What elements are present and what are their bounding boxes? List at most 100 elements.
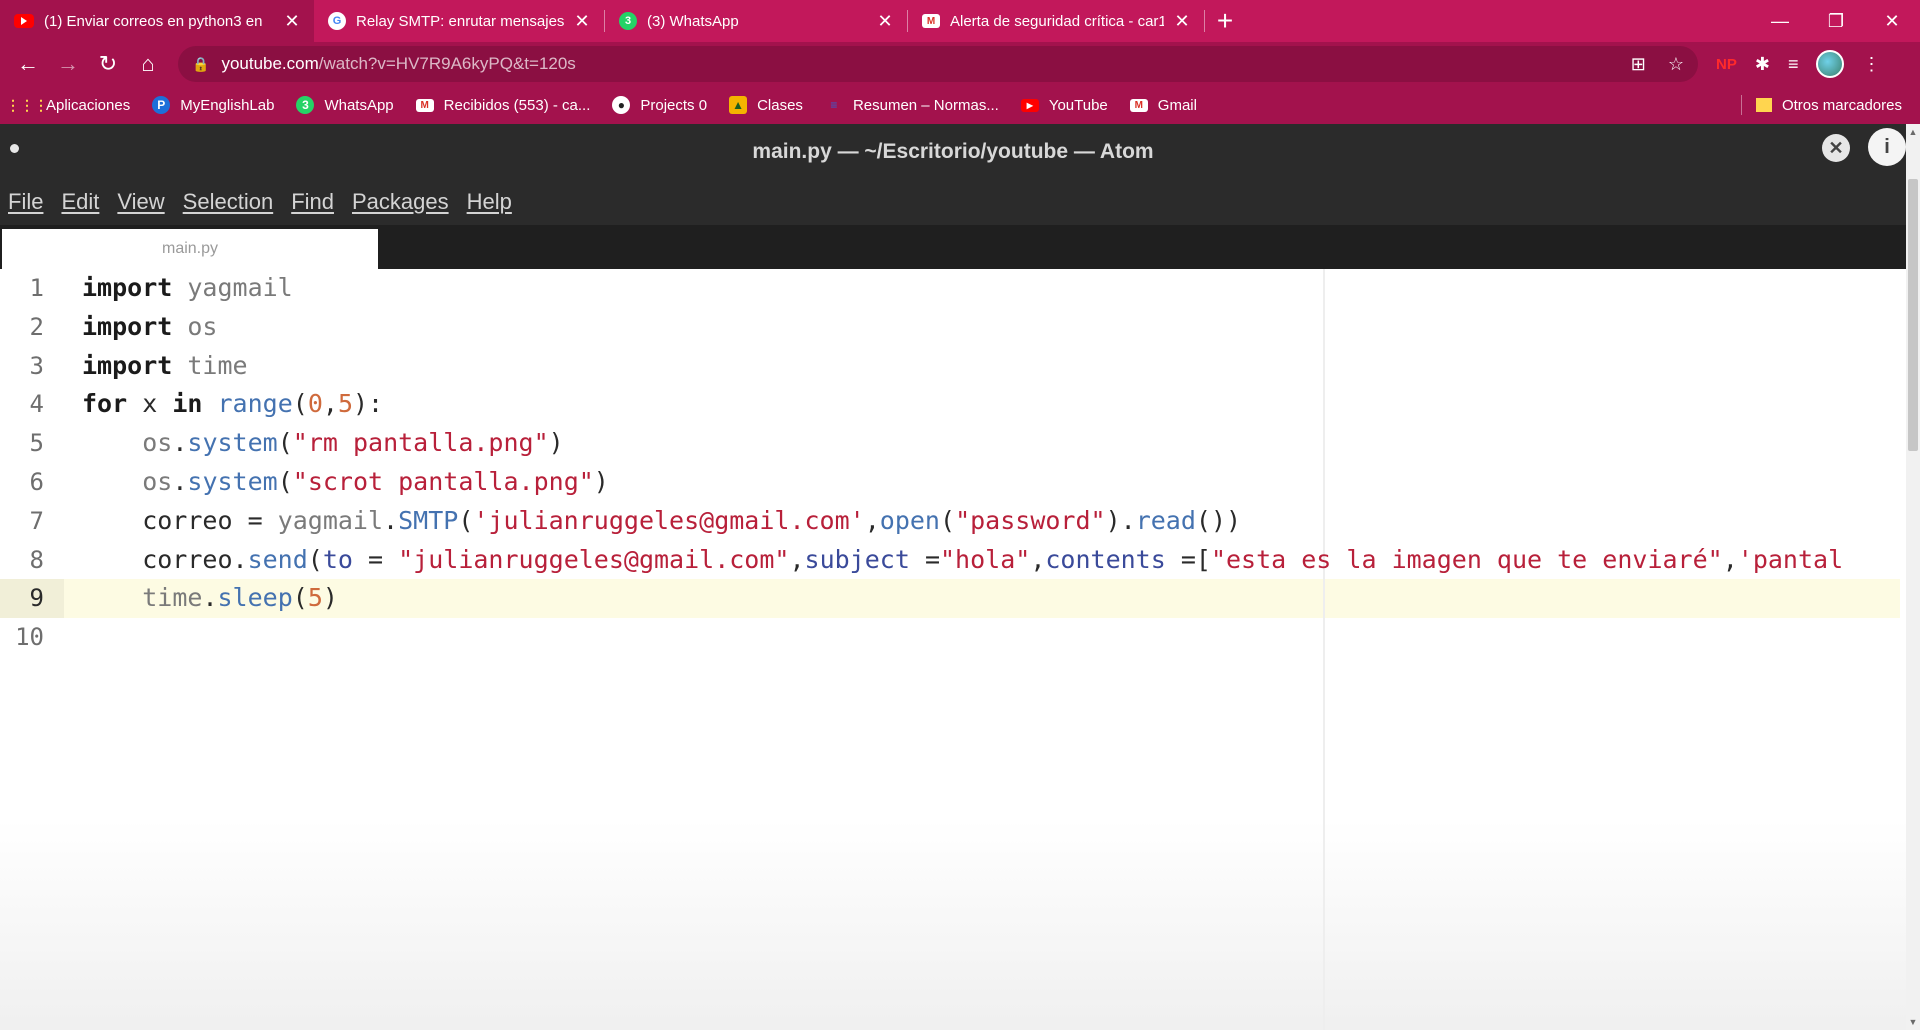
menu-help[interactable]: Help xyxy=(467,189,512,215)
bookmark-label: Aplicaciones xyxy=(46,96,131,114)
code-line: for x in range(0,5): xyxy=(82,389,384,419)
gmail-icon: M xyxy=(922,14,940,28)
lock-icon[interactable]: 🔒 xyxy=(192,56,209,73)
restore-icon[interactable]: ❐ xyxy=(1808,0,1864,42)
reload-icon[interactable]: ↻ xyxy=(88,44,128,84)
bookmark-gmail[interactable]: M Gmail xyxy=(1129,97,1197,114)
line-number: 8 xyxy=(29,545,44,574)
bookmark-projects[interactable]: ● Projects 0 xyxy=(612,96,707,114)
code-line: import time xyxy=(82,350,248,380)
browser-tab-whatsapp[interactable]: 3 (3) WhatsApp ✕ xyxy=(605,0,907,42)
home-icon[interactable]: ⌂ xyxy=(128,44,168,84)
bookmark-recibidos[interactable]: M Recibidos (553) - ca... xyxy=(415,96,591,114)
bookmark-resumen[interactable]: ≡ Resumen – Normas... xyxy=(825,96,999,114)
browser-tab-youtube[interactable]: (1) Enviar correos en python3 en ✕ xyxy=(0,0,314,42)
doc-icon: ≡ xyxy=(830,98,838,112)
tab-title: (1) Enviar correos en python3 en xyxy=(44,12,263,30)
scrollbar-thumb[interactable] xyxy=(1908,179,1918,451)
minimize-icon[interactable]: — xyxy=(1752,0,1808,42)
back-arrow-icon[interactable]: ← xyxy=(8,44,48,84)
forward-arrow-icon[interactable]: → xyxy=(48,44,88,84)
youtube-icon: ▶ xyxy=(1020,98,1039,112)
youtube-icon xyxy=(14,14,34,28)
editor-tab-main-py[interactable]: main.py xyxy=(2,229,378,269)
other-bookmarks[interactable]: Otros marcadores xyxy=(1755,86,1902,124)
code-line: os.system("rm pantalla.png") xyxy=(142,428,564,458)
window-controls: — ❐ ✕ xyxy=(1752,0,1920,42)
menu-view[interactable]: View xyxy=(117,189,164,215)
bookmark-whatsapp[interactable]: 3 WhatsApp xyxy=(296,96,394,114)
profile-avatar[interactable] xyxy=(1816,50,1845,78)
address-bar[interactable]: 🔒 youtube.com/watch?v=HV7R9A6kyPQ&t=120s… xyxy=(178,46,1698,82)
github-icon: ● xyxy=(612,96,631,114)
whatsapp-icon: 3 xyxy=(296,96,315,114)
browser-tab-relay-smtp[interactable]: G Relay SMTP: enrutar mensajes sa ✕ xyxy=(314,0,604,42)
code-line: correo.send(to = "julianruggeles@gmail.c… xyxy=(82,544,1844,574)
menu-kebab-icon[interactable]: ⋮ xyxy=(1862,54,1880,75)
tab-title: (3) WhatsApp xyxy=(647,12,739,30)
info-icon[interactable]: i xyxy=(1868,128,1906,166)
code-editor[interactable]: 1 2 3 4 5 6 7 8 9 10 import yagmail impor… xyxy=(0,269,1900,1030)
tab-title: Alerta de seguridad crítica - car1 xyxy=(950,12,1164,30)
code-lines: import yagmail import os import time for x … xyxy=(82,269,1900,657)
code-line: import yagmail xyxy=(82,273,293,302)
menu-selection[interactable]: Selection xyxy=(183,189,274,215)
bookmark-myenglishlab[interactable]: P MyEnglishLab xyxy=(152,96,274,114)
bookmark-label: Resumen – Normas... xyxy=(852,96,999,114)
menu-edit[interactable]: Edit xyxy=(61,189,99,215)
tab-close-icon[interactable]: ✕ xyxy=(1172,11,1192,31)
line-number: 7 xyxy=(29,506,44,535)
menu-find[interactable]: Find xyxy=(291,189,334,215)
tab-close-icon[interactable]: ✕ xyxy=(572,11,592,31)
scroll-down-icon[interactable]: ▼ xyxy=(1906,1014,1920,1030)
scrollbar[interactable]: ▲ ▼ xyxy=(1906,124,1920,1030)
scroll-up-icon[interactable]: ▲ xyxy=(1906,124,1920,140)
bookmark-label: Clases xyxy=(757,96,803,114)
close-window-icon[interactable]: ✕ xyxy=(1864,0,1920,42)
line-number: 4 xyxy=(29,390,44,419)
apps-grid-icon: ⋮⋮⋮ xyxy=(6,96,48,113)
atom-menu-bar: File Edit View Selection Find Packages H… xyxy=(0,179,1906,225)
tab-close-icon[interactable]: ✕ xyxy=(875,11,895,31)
bookmarks-divider xyxy=(1741,95,1742,115)
bookmark-label: Recibidos (553) - ca... xyxy=(443,96,591,114)
folder-icon xyxy=(1755,98,1772,112)
url-path: /watch?v=HV7R9A6kyPQ&t=120s xyxy=(318,54,576,73)
url-host: youtube.com xyxy=(221,54,319,73)
gmail-icon: M xyxy=(1129,98,1148,112)
menu-packages[interactable]: Packages xyxy=(352,189,449,215)
extensions-puzzle-icon[interactable]: ✱ xyxy=(1755,54,1770,75)
new-tab-button[interactable]: + xyxy=(1205,0,1245,42)
tab-title: Relay SMTP: enrutar mensajes sa xyxy=(356,12,564,30)
translate-icon[interactable]: ⊞ xyxy=(1631,54,1646,75)
atom-title-bar: main.py — ~/Escritorio/youtube — Atom ✕ … xyxy=(0,124,1906,179)
bookmark-clases[interactable]: ▲ Clases xyxy=(729,96,803,114)
np-extension-icon[interactable]: NP xyxy=(1716,56,1737,73)
modified-dot-icon xyxy=(10,144,19,153)
video-player[interactable]: main.py — ~/Escritorio/youtube — Atom ✕ … xyxy=(0,124,1920,1030)
google-icon: G xyxy=(328,12,346,30)
code-line: os.system("scrot pantalla.png") xyxy=(142,466,609,496)
media-queue-icon[interactable]: ≡ xyxy=(1788,54,1799,75)
bookmark-star-icon[interactable]: ☆ xyxy=(1668,54,1684,75)
tab-close-icon[interactable]: ✕ xyxy=(282,11,302,31)
code-line: time.sleep(5) xyxy=(142,583,338,613)
menu-file[interactable]: File xyxy=(8,189,43,215)
bookmark-label: YouTube xyxy=(1048,96,1108,114)
bookmarks-bar: ⋮⋮⋮ Aplicaciones P MyEnglishLab 3 WhatsA… xyxy=(0,86,1920,124)
bookmark-label: Projects 0 xyxy=(640,96,708,114)
bookmark-aplicaciones[interactable]: ⋮⋮⋮ Aplicaciones xyxy=(6,96,131,114)
other-bookmarks-label: Otros marcadores xyxy=(1781,96,1902,114)
browser-toolbar: ← → ↻ ⌂ 🔒 youtube.com/watch?v=HV7R9A6kyP… xyxy=(0,42,1920,86)
line-number: 1 xyxy=(29,274,44,302)
line-number: 5 xyxy=(29,429,44,458)
line-number: 2 xyxy=(29,312,44,341)
bookmark-youtube[interactable]: ▶ YouTube xyxy=(1020,96,1108,114)
code-line: correo = yagmail.SMTP('julianruggeles@gm… xyxy=(82,505,1242,535)
browser-tab-gmail[interactable]: M Alerta de seguridad crítica - car1 ✕ xyxy=(908,0,1204,42)
line-number: 6 xyxy=(29,467,44,496)
close-icon[interactable]: ✕ xyxy=(1822,134,1850,162)
atom-window-title: main.py — ~/Escritorio/youtube — Atom xyxy=(752,139,1154,163)
line-number: 9 xyxy=(29,584,44,613)
